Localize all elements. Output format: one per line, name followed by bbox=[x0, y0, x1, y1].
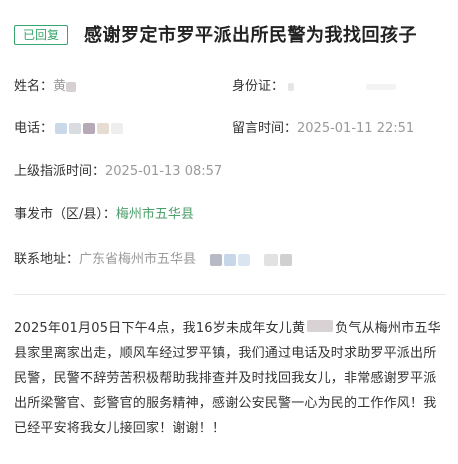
name-value: 黄 bbox=[53, 79, 67, 94]
message-time-label: 留言时间： bbox=[232, 121, 298, 136]
redacted-name-blur bbox=[307, 320, 334, 332]
redacted-address-blur bbox=[238, 253, 251, 266]
section-divider bbox=[14, 294, 446, 295]
id-row: 身份证： bbox=[232, 76, 398, 98]
name-label: 姓名： bbox=[14, 79, 54, 94]
redacted-address-blur bbox=[280, 253, 293, 266]
phone-row: 电话： bbox=[14, 118, 125, 140]
redacted-address-blur bbox=[210, 253, 223, 266]
name-row: 姓名：黄 bbox=[14, 76, 78, 98]
page-title: 感谢罗定市罗平派出所民警为我找回孩子 bbox=[84, 25, 417, 46]
letter-header: 已回复 感谢罗定市罗平派出所民警为我找回孩子 bbox=[0, 21, 458, 51]
message-time-row: 留言时间：2025-01-11 22:51 bbox=[232, 118, 414, 140]
phone-label: 电话： bbox=[14, 121, 54, 136]
assign-time-value: 2025-01-13 08:57 bbox=[105, 164, 223, 179]
city-value: 梅州市五华县 bbox=[115, 207, 194, 222]
redacted-phone-blur bbox=[83, 123, 96, 134]
message-body: 2025年01月05日下午4点，我16岁未成年女儿黄 负气从梅州市五华县家里离家出… bbox=[14, 316, 446, 441]
assign-time-label: 上级指派时间： bbox=[14, 164, 106, 179]
redacted-id-blur bbox=[366, 83, 397, 90]
city-row: 事发市（区/县）：梅州市五华县 bbox=[14, 204, 194, 226]
id-label: 身份证： bbox=[232, 79, 285, 94]
redacted-phone-blur bbox=[97, 123, 110, 134]
redacted-id-blur bbox=[288, 82, 295, 91]
redacted-address-blur bbox=[224, 253, 237, 266]
redacted-phone-blur bbox=[69, 123, 82, 134]
status-badge: 已回复 bbox=[14, 25, 68, 45]
redacted-address-blur bbox=[264, 253, 279, 266]
city-label: 事发市（区/县）： bbox=[14, 207, 116, 222]
address-value: 广东省梅州市五华县 bbox=[79, 252, 197, 267]
message-time-value: 2025-01-11 22:51 bbox=[297, 121, 415, 136]
address-label: 联系地址： bbox=[14, 252, 80, 267]
redacted-phone-blur bbox=[55, 123, 68, 134]
message-text: 2025年01月05日下午4点，我16岁未成年女儿黄 bbox=[14, 321, 306, 336]
redacted-phone-blur bbox=[111, 123, 124, 134]
address-row: 联系地址：广东省梅州市五华县 bbox=[14, 249, 294, 271]
message-text: 负气从梅州市五华县家里离家出走，顺风车经过罗平镇，我们通过电话及时求助罗平派出所… bbox=[14, 321, 441, 436]
redacted-name-blur bbox=[66, 81, 77, 92]
assign-time-row: 上级指派时间：2025-01-13 08:57 bbox=[14, 161, 222, 183]
